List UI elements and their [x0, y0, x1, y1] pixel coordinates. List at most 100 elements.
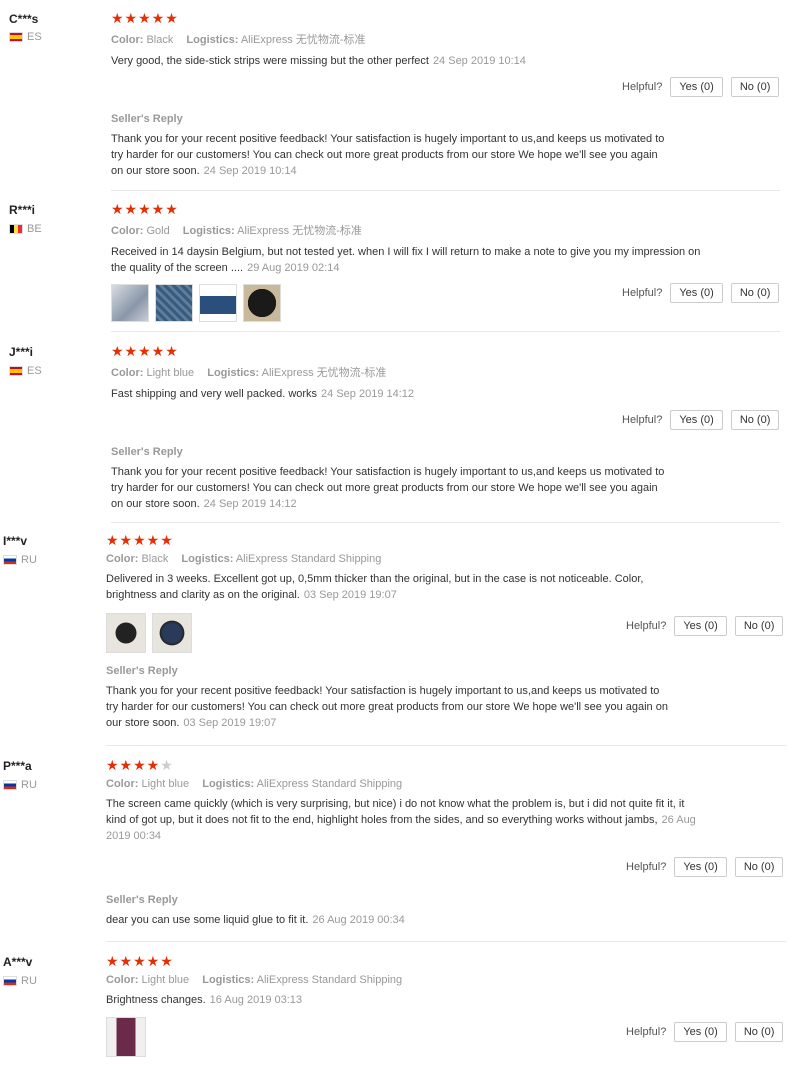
review-text: Brightness changes. 16 Aug 2019 03:13: [106, 992, 706, 1008]
review-photos: [111, 284, 701, 322]
review-meta: Color: Black Logistics: AliExpress Stand…: [106, 553, 671, 565]
seller-reply: Seller's Reply Thank you for your recent…: [111, 113, 671, 179]
helpful-label: Helpful?: [626, 1026, 667, 1038]
star-empty-icon: ★: [160, 757, 174, 773]
seller-reply-text: Thank you for your recent positive feedb…: [111, 466, 665, 510]
review-meta: Color: Black Logistics: AliExpress 无忧物流-…: [111, 31, 711, 47]
review-date: 29 Aug 2019 02:14: [247, 262, 340, 274]
reviewer-country: ES: [9, 31, 42, 43]
color-value: Gold: [146, 225, 170, 237]
helpful-label: Helpful?: [622, 81, 663, 93]
review-photo-thumbnail[interactable]: [243, 284, 281, 322]
review-photo-thumbnail[interactable]: [155, 284, 193, 322]
color-label: Color:: [111, 225, 144, 237]
divider: [106, 745, 786, 746]
color-value: Light blue: [141, 778, 190, 790]
divider: [111, 522, 780, 523]
russia-flag-icon: [3, 780, 17, 790]
review-body: Fast shipping and very well packed. work…: [111, 388, 318, 400]
review-text: Delivered in 3 weeks. Excellent got up, …: [106, 571, 671, 603]
review-meta: Color: Gold Logistics: AliExpress 无忧物流-标…: [111, 222, 701, 238]
seller-reply-date: 03 Sep 2019 19:07: [183, 717, 277, 729]
review-content: ★★★★★ Color: Black Logistics: AliExpress…: [106, 533, 671, 653]
seller-reply-date: 26 Aug 2019 00:34: [312, 914, 405, 926]
seller-reply-date: 24 Sep 2019 10:14: [203, 165, 297, 177]
star-icon: ★★★★★: [111, 343, 179, 359]
review-photo-thumbnail[interactable]: [111, 284, 149, 322]
review-content: ★★★★★ Color: Gold Logistics: AliExpress …: [111, 202, 701, 322]
spain-flag-icon: [9, 366, 23, 376]
seller-reply: Seller's Reply dear you can use some liq…: [106, 894, 671, 928]
review-photo-thumbnail[interactable]: [106, 613, 146, 653]
logistics-label: Logistics:: [207, 367, 260, 379]
logistics-label: Logistics:: [202, 974, 255, 986]
country-code: RU: [21, 554, 37, 566]
seller-reply: Seller's Reply Thank you for your recent…: [106, 665, 671, 731]
reviewer-name: P***a: [3, 759, 32, 773]
helpful-no-button[interactable]: No (0): [730, 283, 780, 303]
helpful-no-button[interactable]: No (0): [730, 77, 780, 97]
color-label: Color:: [111, 367, 144, 379]
helpful-yes-button[interactable]: Yes (0): [674, 616, 727, 636]
review-meta: Color: Light blue Logistics: AliExpress …: [111, 364, 711, 380]
belgium-flag-icon: [9, 224, 23, 234]
review-date: 24 Sep 2019 10:14: [432, 55, 526, 67]
logistics-label: Logistics:: [181, 553, 234, 565]
logistics-label: Logistics:: [186, 34, 239, 46]
helpful-label: Helpful?: [622, 287, 663, 299]
review-body: Very good, the side-stick strips were mi…: [111, 55, 429, 67]
review-date: 24 Sep 2019 14:12: [321, 388, 415, 400]
star-rating: ★★★★★: [111, 11, 711, 25]
review-photo-thumbnail[interactable]: [106, 1017, 146, 1057]
review-photo-thumbnail[interactable]: [152, 613, 192, 653]
reviewer-country: RU: [3, 779, 37, 791]
helpful-yes-button[interactable]: Yes (0): [674, 857, 727, 877]
helpful-label: Helpful?: [626, 620, 667, 632]
review-date: 16 Aug 2019 03:13: [209, 994, 303, 1006]
helpful-no-button[interactable]: No (0): [734, 616, 784, 636]
review-date: 03 Sep 2019 19:07: [303, 589, 397, 601]
helpful-vote: Helpful? Yes (0) No (0): [626, 616, 784, 636]
country-code: RU: [21, 975, 37, 987]
review-body: Brightness changes.: [106, 994, 206, 1006]
reviewer-name: C***s: [9, 12, 39, 26]
helpful-vote: Helpful? Yes (0) No (0): [626, 857, 784, 877]
reviewer-name: J***i: [9, 345, 34, 359]
star-rating: ★★★★★: [111, 344, 711, 358]
color-label: Color:: [106, 974, 139, 986]
divider: [111, 331, 780, 332]
reviewer-country: RU: [3, 975, 37, 987]
helpful-vote: Helpful? Yes (0) No (0): [622, 283, 780, 303]
reviewer-country: ES: [9, 365, 42, 377]
helpful-yes-button[interactable]: Yes (0): [670, 77, 723, 97]
star-icon: ★★★★★: [111, 201, 179, 217]
logistics-value: AliExpress 无忧物流-标准: [237, 225, 362, 237]
logistics-value: AliExpress Standard Shipping: [256, 974, 403, 986]
review-photo-thumbnail[interactable]: [199, 284, 237, 322]
country-code: ES: [27, 31, 42, 43]
helpful-yes-button[interactable]: Yes (0): [674, 1022, 727, 1042]
reviewer-country: BE: [9, 223, 42, 235]
star-rating: ★★★★★: [106, 758, 706, 772]
country-code: BE: [27, 223, 42, 235]
star-icon: ★★★★: [106, 757, 161, 773]
helpful-yes-button[interactable]: Yes (0): [670, 410, 723, 430]
seller-reply-date: 24 Sep 2019 14:12: [203, 498, 297, 510]
helpful-no-button[interactable]: No (0): [734, 1022, 784, 1042]
star-icon: ★★★★★: [111, 10, 179, 26]
review-content: ★★★★★ Color: Black Logistics: AliExpress…: [111, 11, 711, 69]
star-icon: ★★★★★: [106, 532, 174, 548]
star-rating: ★★★★★: [111, 202, 701, 216]
russia-flag-icon: [3, 976, 17, 986]
color-label: Color:: [106, 778, 139, 790]
review-text: Received in 14 daysin Belgium, but not t…: [111, 244, 701, 276]
reviewer-name: I***v: [3, 534, 28, 548]
helpful-no-button[interactable]: No (0): [730, 410, 780, 430]
helpful-vote: Helpful? Yes (0) No (0): [622, 410, 780, 430]
helpful-no-button[interactable]: No (0): [734, 857, 784, 877]
helpful-yes-button[interactable]: Yes (0): [670, 283, 723, 303]
review-photos: [106, 1017, 706, 1057]
seller-reply-text: dear you can use some liquid glue to fit…: [106, 914, 309, 926]
review-body: The screen came quickly (which is very s…: [106, 798, 685, 826]
star-rating: ★★★★★: [106, 533, 671, 547]
